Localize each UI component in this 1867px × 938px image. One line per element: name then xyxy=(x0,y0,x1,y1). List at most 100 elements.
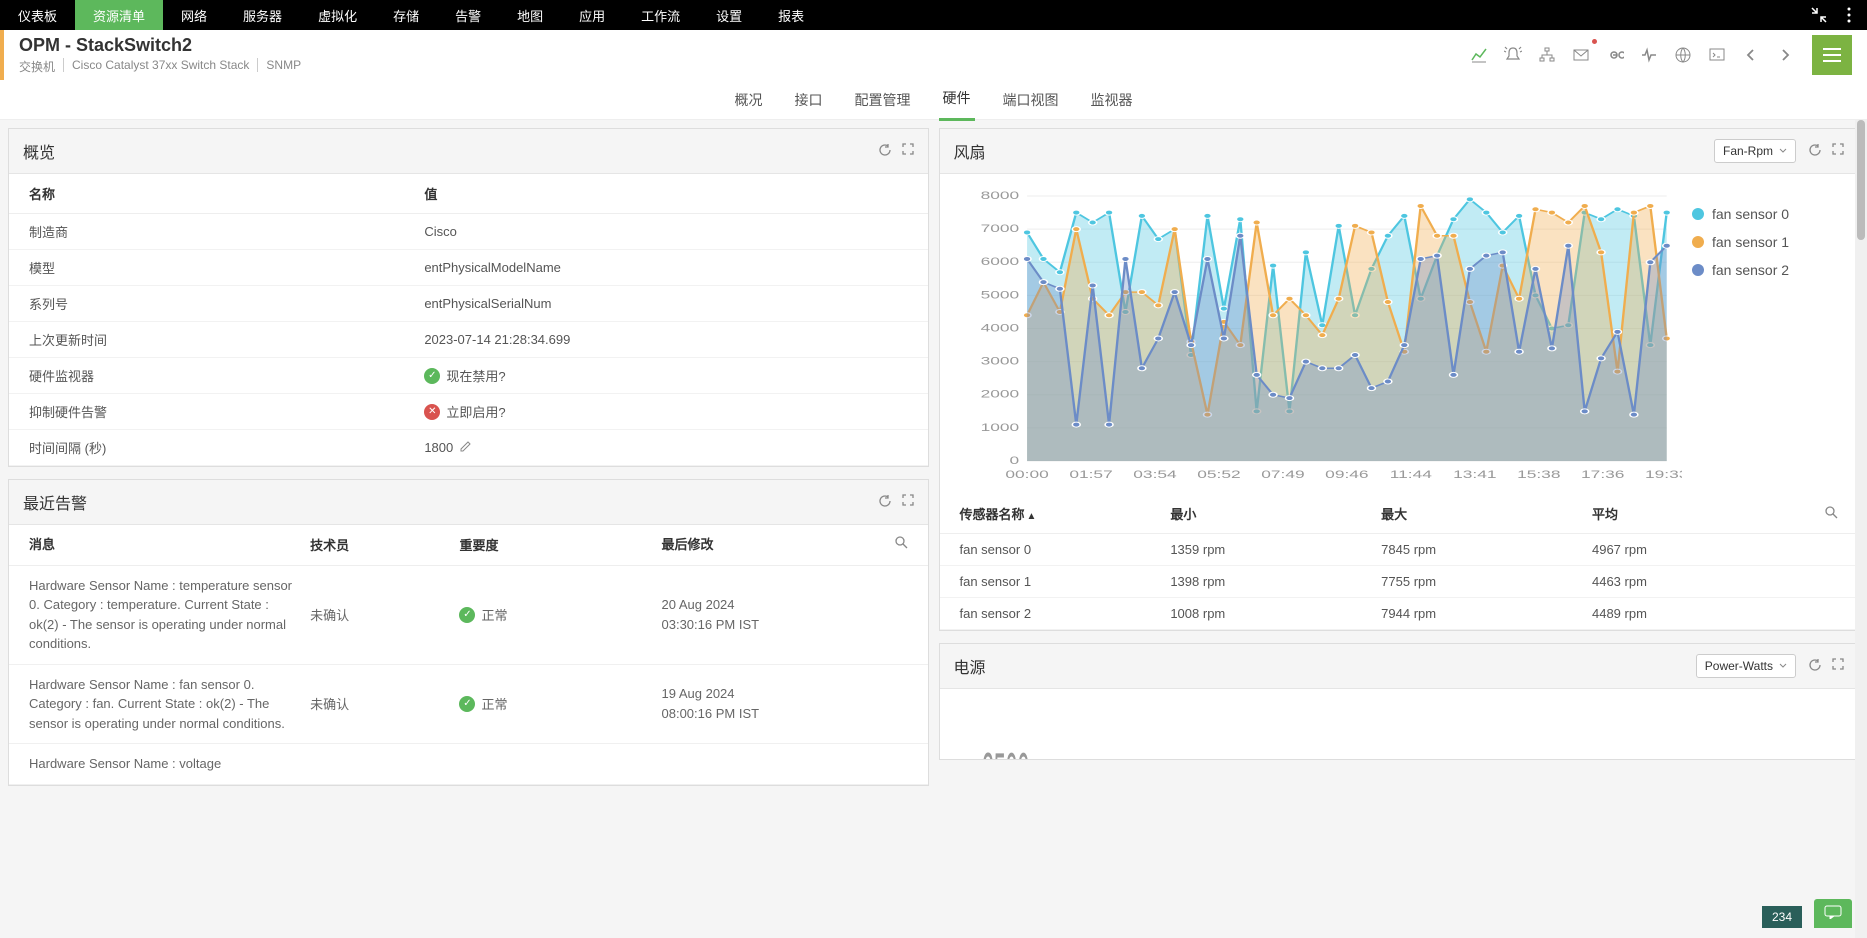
legend-item[interactable]: fan sensor 0 xyxy=(1692,206,1832,222)
prev-arrow-icon[interactable] xyxy=(1736,40,1766,70)
svg-text:11:44: 11:44 xyxy=(1389,469,1431,481)
network-tree-icon[interactable] xyxy=(1532,40,1562,70)
svg-text:17:36: 17:36 xyxy=(1581,469,1624,481)
legend-dot-icon xyxy=(1692,264,1704,276)
fan-legend: fan sensor 0 fan sensor 1 fan sensor 2 xyxy=(1682,186,1842,486)
overview-head-value: 值 xyxy=(424,184,907,203)
overview-row: 硬件监视器✓现在禁用? xyxy=(9,358,928,394)
refresh-icon[interactable] xyxy=(878,143,892,160)
alarm-row[interactable]: Hardware Sensor Name : temperature senso… xyxy=(9,566,928,665)
status-error-icon: ✕ xyxy=(424,404,440,420)
hamburger-menu-button[interactable] xyxy=(1812,35,1852,75)
subtab-5[interactable]: 监视器 xyxy=(1087,80,1137,120)
topnav-item-5[interactable]: 存储 xyxy=(375,0,437,30)
footer-count-badge[interactable]: 234 xyxy=(1762,906,1802,928)
chevron-down-icon xyxy=(1779,148,1787,154)
overview-row: 抑制硬件告警✕立即启用? xyxy=(9,394,928,430)
alarm-bell-icon[interactable] xyxy=(1498,40,1528,70)
svg-text:3000: 3000 xyxy=(980,356,1019,368)
svg-text:0: 0 xyxy=(1009,455,1019,467)
refresh-icon[interactable] xyxy=(1808,143,1822,160)
overview-row: 系列号entPhysicalSerialNum xyxy=(9,286,928,322)
pulse-icon[interactable] xyxy=(1634,40,1664,70)
overview-row: 时间间隔 (秒)1800 xyxy=(9,430,928,466)
topnav-item-10[interactable]: 设置 xyxy=(698,0,760,30)
kebab-menu-icon[interactable] xyxy=(1839,5,1859,25)
alarm-row[interactable]: Hardware Sensor Name : fan sensor 0. Cat… xyxy=(9,665,928,745)
topnav-item-1[interactable]: 资源清单 xyxy=(75,0,163,30)
overview-title: 概览 xyxy=(23,139,55,163)
device-subtabs: 概况接口配置管理硬件端口视图监视器 xyxy=(0,80,1867,120)
sensor-head-name[interactable]: 传感器名称▲ xyxy=(960,504,1171,523)
link-chain-icon[interactable] xyxy=(1600,40,1630,70)
fan-metric-selector[interactable]: Fan-Rpm xyxy=(1714,139,1796,163)
sensor-row[interactable]: fan sensor 21008 rpm7944 rpm4489 rpm xyxy=(940,598,1859,630)
topnav-item-3[interactable]: 服务器 xyxy=(225,0,300,30)
subtab-3[interactable]: 硬件 xyxy=(939,78,975,121)
subtab-2[interactable]: 配置管理 xyxy=(851,80,915,120)
svg-text:09:46: 09:46 xyxy=(1325,469,1368,481)
expand-icon[interactable] xyxy=(1832,658,1844,675)
svg-text:6000: 6000 xyxy=(980,256,1019,268)
sensor-row[interactable]: fan sensor 11398 rpm7755 rpm4463 rpm xyxy=(940,566,1859,598)
svg-text:7000: 7000 xyxy=(980,223,1019,235)
mail-icon[interactable] xyxy=(1566,40,1596,70)
sensor-head-min[interactable]: 最小 xyxy=(1170,504,1381,523)
edit-icon[interactable] xyxy=(459,440,472,456)
topnav-item-0[interactable]: 仪表板 xyxy=(0,0,75,30)
overview-row: 模型entPhysicalModelName xyxy=(9,250,928,286)
scrollbar[interactable] xyxy=(1855,120,1867,938)
topnav-item-4[interactable]: 虚拟化 xyxy=(300,0,375,30)
collapse-icon[interactable] xyxy=(1809,5,1829,25)
footer-chat-button[interactable] xyxy=(1814,899,1852,928)
topnav-item-7[interactable]: 地图 xyxy=(499,0,561,30)
subtab-1[interactable]: 接口 xyxy=(791,80,827,120)
expand-icon[interactable] xyxy=(902,143,914,160)
power-chart: 2500 xyxy=(956,701,1843,759)
severity-ok-icon: ✓ xyxy=(459,696,475,712)
fan-chart: 01000200030004000500060007000800000:0001… xyxy=(956,186,1683,486)
power-metric-selector[interactable]: Power-Watts xyxy=(1696,654,1796,678)
refresh-icon[interactable] xyxy=(878,494,892,511)
legend-dot-icon xyxy=(1692,208,1704,220)
status-ok-icon: ✓ xyxy=(424,368,440,384)
svg-text:15:38: 15:38 xyxy=(1517,469,1560,481)
svg-text:4000: 4000 xyxy=(980,322,1019,334)
sensor-head-avg[interactable]: 平均 xyxy=(1592,504,1824,523)
next-arrow-icon[interactable] xyxy=(1770,40,1800,70)
legend-item[interactable]: fan sensor 2 xyxy=(1692,262,1832,278)
sensor-row[interactable]: fan sensor 01359 rpm7845 rpm4967 rpm xyxy=(940,534,1859,566)
sensor-head-max[interactable]: 最大 xyxy=(1381,504,1592,523)
globe-icon[interactable] xyxy=(1668,40,1698,70)
svg-text:5000: 5000 xyxy=(980,289,1019,301)
refresh-icon[interactable] xyxy=(1808,658,1822,675)
subtab-0[interactable]: 概况 xyxy=(731,80,767,120)
subtab-4[interactable]: 端口视图 xyxy=(999,80,1063,120)
alarm-head-tech: 技术员 xyxy=(310,535,459,555)
overview-head-name: 名称 xyxy=(29,184,424,203)
alarms-title: 最近告警 xyxy=(23,490,87,514)
expand-icon[interactable] xyxy=(1832,143,1844,160)
topnav-item-2[interactable]: 网络 xyxy=(163,0,225,30)
search-icon[interactable] xyxy=(1824,505,1838,522)
search-icon[interactable] xyxy=(837,535,907,555)
chart-line-icon[interactable] xyxy=(1464,40,1494,70)
topnav-item-6[interactable]: 告警 xyxy=(437,0,499,30)
alarm-head-sev: 重要度 xyxy=(459,535,661,555)
svg-text:01:57: 01:57 xyxy=(1069,469,1112,481)
power-panel: 电源 Power-Watts 2500 xyxy=(939,643,1860,760)
legend-item[interactable]: fan sensor 1 xyxy=(1692,234,1832,250)
topnav-item-11[interactable]: 报表 xyxy=(760,0,822,30)
expand-icon[interactable] xyxy=(902,494,914,511)
fan-panel: 风扇 Fan-Rpm 01000200030004000500060007000… xyxy=(939,128,1860,631)
svg-text:2000: 2000 xyxy=(980,389,1019,401)
terminal-icon[interactable] xyxy=(1702,40,1732,70)
alarm-row[interactable]: Hardware Sensor Name : voltage xyxy=(9,744,928,785)
device-header: OPM - StackSwitch2 交换机 Cisco Catalyst 37… xyxy=(0,30,1867,80)
topnav-item-8[interactable]: 应用 xyxy=(561,0,623,30)
alarms-panel: 最近告警 消息 技术员 重要度 最后修改 Hardware Sensor Nam… xyxy=(8,479,929,786)
overview-row: 上次更新时间2023-07-14 21:28:34.699 xyxy=(9,322,928,358)
alarm-head-msg: 消息 xyxy=(29,535,310,555)
overview-row: 制造商Cisco xyxy=(9,214,928,250)
topnav-item-9[interactable]: 工作流 xyxy=(623,0,698,30)
